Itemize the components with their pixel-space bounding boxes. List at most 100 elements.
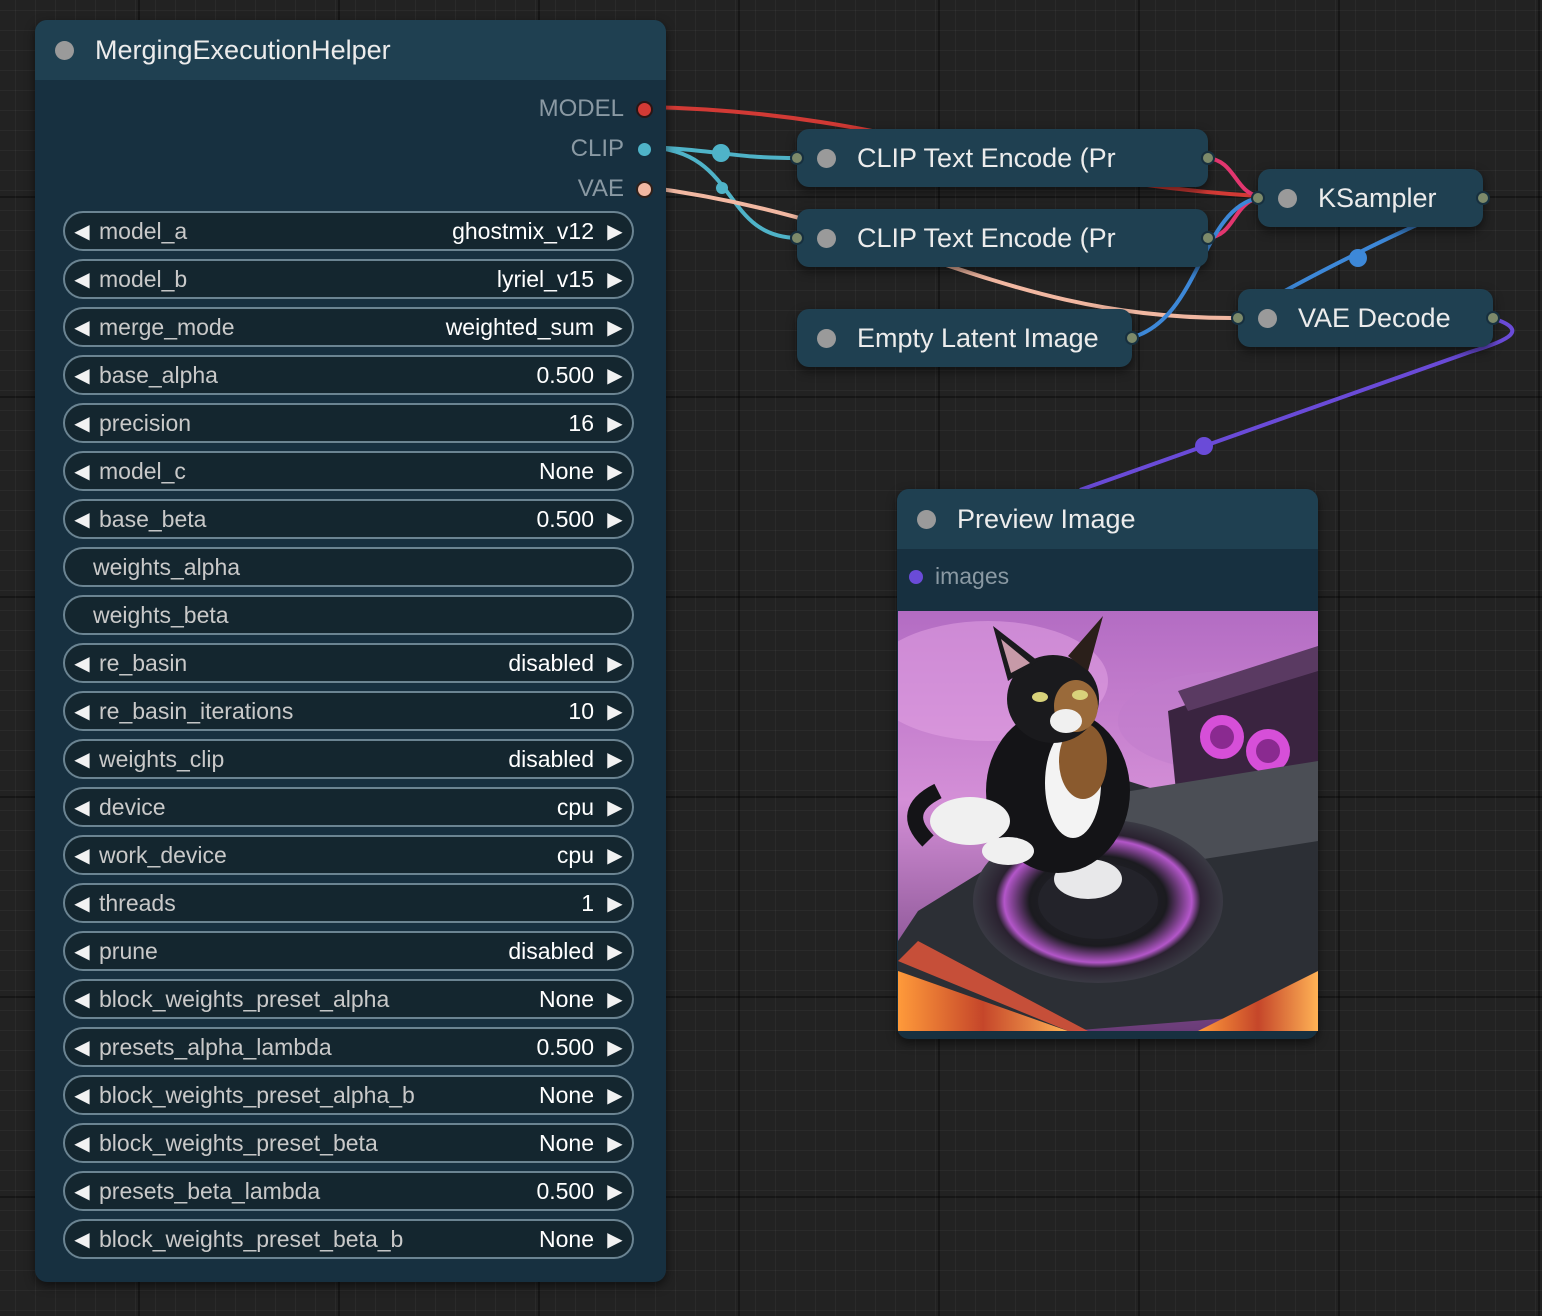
decrement-arrow-icon[interactable]: ◀: [65, 1131, 99, 1156]
increment-arrow-icon[interactable]: ▶: [598, 1083, 632, 1108]
widget-block-weights-preset-beta-b[interactable]: ◀ block_weights_preset_beta_b None ▶: [63, 1219, 634, 1259]
increment-arrow-icon[interactable]: ▶: [598, 1179, 632, 1204]
decrement-arrow-icon[interactable]: ◀: [65, 507, 99, 532]
increment-arrow-icon[interactable]: ▶: [598, 411, 632, 436]
widget-value[interactable]: lyriel_v15: [497, 266, 594, 293]
node-title-bar[interactable]: MergingExecutionHelper: [35, 20, 666, 80]
decrement-arrow-icon[interactable]: ◀: [65, 219, 99, 244]
widget-block-weights-preset-beta[interactable]: ◀ block_weights_preset_beta None ▶: [63, 1123, 634, 1163]
collapse-toggle-dot[interactable]: [1278, 188, 1297, 208]
widget-value[interactable]: weighted_sum: [446, 314, 594, 341]
clip-text-encode-node[interactable]: CLIP Text Encode (Pr: [790, 209, 1215, 267]
increment-arrow-icon[interactable]: ▶: [598, 747, 632, 772]
increment-arrow-icon[interactable]: ▶: [598, 1035, 632, 1060]
ksampler-node[interactable]: KSampler: [1251, 169, 1490, 227]
widget-precision[interactable]: ◀ precision 16 ▶: [63, 403, 634, 443]
widget-model-c[interactable]: ◀ model_c None ▶: [63, 451, 634, 491]
vae-decode-node[interactable]: VAE Decode: [1231, 289, 1500, 347]
widget-base-beta[interactable]: ◀ base_beta 0.500 ▶: [63, 499, 634, 539]
widget-value[interactable]: cpu: [557, 794, 594, 821]
increment-arrow-icon[interactable]: ▶: [598, 891, 632, 916]
decrement-arrow-icon[interactable]: ◀: [65, 411, 99, 436]
decrement-arrow-icon[interactable]: ◀: [65, 699, 99, 724]
output-vae[interactable]: VAE: [578, 174, 653, 204]
widget-value[interactable]: disabled: [508, 746, 594, 773]
widget-merge-mode[interactable]: ◀ merge_mode weighted_sum ▶: [63, 307, 634, 347]
empty-latent-image-node[interactable]: Empty Latent Image: [797, 309, 1139, 367]
decrement-arrow-icon[interactable]: ◀: [65, 315, 99, 340]
widget-device[interactable]: ◀ device cpu ▶: [63, 787, 634, 827]
widget-value[interactable]: None: [539, 1130, 594, 1157]
node-title-bar[interactable]: KSampler: [1251, 169, 1490, 227]
widget-value[interactable]: None: [539, 1226, 594, 1253]
widget-block-weights-preset-alpha[interactable]: ◀ block_weights_preset_alpha None ▶: [63, 979, 634, 1019]
widget-value[interactable]: 0.500: [536, 362, 594, 389]
widget-weights-clip[interactable]: ◀ weights_clip disabled ▶: [63, 739, 634, 779]
output-port-conditioning[interactable]: [1201, 151, 1215, 165]
input-port[interactable]: [1251, 191, 1265, 205]
collapse-toggle-dot[interactable]: [817, 148, 836, 168]
decrement-arrow-icon[interactable]: ◀: [65, 843, 99, 868]
output-port-clip[interactable]: [636, 140, 653, 158]
widget-re-basin[interactable]: ◀ re_basin disabled ▶: [63, 643, 634, 683]
decrement-arrow-icon[interactable]: ◀: [65, 891, 99, 916]
decrement-arrow-icon[interactable]: ◀: [65, 1179, 99, 1204]
widget-value[interactable]: 1: [581, 890, 594, 917]
increment-arrow-icon[interactable]: ▶: [598, 459, 632, 484]
widget-value[interactable]: disabled: [508, 650, 594, 677]
output-port-latent[interactable]: [1125, 331, 1139, 345]
widget-value[interactable]: disabled: [508, 938, 594, 965]
output-model[interactable]: MODEL: [539, 94, 653, 124]
widget-value[interactable]: 0.500: [536, 1178, 594, 1205]
output-port-vae[interactable]: [636, 180, 653, 198]
widget-value[interactable]: None: [539, 986, 594, 1013]
increment-arrow-icon[interactable]: ▶: [598, 507, 632, 532]
widget-presets-alpha-lambda[interactable]: ◀ presets_alpha_lambda 0.500 ▶: [63, 1027, 634, 1067]
decrement-arrow-icon[interactable]: ◀: [65, 459, 99, 484]
increment-arrow-icon[interactable]: ▶: [598, 363, 632, 388]
output-port-conditioning[interactable]: [1201, 231, 1215, 245]
widget-base-alpha[interactable]: ◀ base_alpha 0.500 ▶: [63, 355, 634, 395]
preview-image-node[interactable]: Preview Image images: [897, 489, 1318, 1039]
decrement-arrow-icon[interactable]: ◀: [65, 1035, 99, 1060]
widget-value[interactable]: 0.500: [536, 506, 594, 533]
output-clip[interactable]: CLIP: [571, 134, 653, 164]
increment-arrow-icon[interactable]: ▶: [598, 1131, 632, 1156]
increment-arrow-icon[interactable]: ▶: [598, 987, 632, 1012]
output-port-latent[interactable]: [1476, 191, 1490, 205]
collapse-toggle-dot[interactable]: [1258, 308, 1277, 328]
widget-weights-alpha[interactable]: weights_alpha: [63, 547, 634, 587]
increment-arrow-icon[interactable]: ▶: [598, 219, 632, 244]
decrement-arrow-icon[interactable]: ◀: [65, 1083, 99, 1108]
input-images[interactable]: images: [909, 563, 1009, 590]
increment-arrow-icon[interactable]: ▶: [598, 699, 632, 724]
input-port-clip[interactable]: [790, 231, 804, 245]
input-port-clip[interactable]: [790, 151, 804, 165]
widget-weights-beta[interactable]: weights_beta: [63, 595, 634, 635]
increment-arrow-icon[interactable]: ▶: [598, 267, 632, 292]
decrement-arrow-icon[interactable]: ◀: [65, 747, 99, 772]
widget-presets-beta-lambda[interactable]: ◀ presets_beta_lambda 0.500 ▶: [63, 1171, 634, 1211]
widget-value[interactable]: 10: [568, 698, 594, 725]
node-title-bar[interactable]: Empty Latent Image: [797, 309, 1139, 367]
widget-prune[interactable]: ◀ prune disabled ▶: [63, 931, 634, 971]
widget-value[interactable]: ghostmix_v12: [452, 218, 594, 245]
collapse-toggle-dot[interactable]: [817, 328, 836, 348]
widget-threads[interactable]: ◀ threads 1 ▶: [63, 883, 634, 923]
widget-work-device[interactable]: ◀ work_device cpu ▶: [63, 835, 634, 875]
collapse-toggle-dot[interactable]: [55, 40, 74, 60]
collapse-toggle-dot[interactable]: [817, 228, 836, 248]
widget-value[interactable]: None: [539, 458, 594, 485]
widget-value[interactable]: cpu: [557, 842, 594, 869]
node-title-bar[interactable]: CLIP Text Encode (Pr: [790, 129, 1215, 187]
widget-model-a[interactable]: ◀ model_a ghostmix_v12 ▶: [63, 211, 634, 251]
decrement-arrow-icon[interactable]: ◀: [65, 1227, 99, 1252]
increment-arrow-icon[interactable]: ▶: [598, 843, 632, 868]
increment-arrow-icon[interactable]: ▶: [598, 315, 632, 340]
node-title-bar[interactable]: CLIP Text Encode (Pr: [790, 209, 1215, 267]
clip-text-encode-node[interactable]: CLIP Text Encode (Pr: [790, 129, 1215, 187]
increment-arrow-icon[interactable]: ▶: [598, 651, 632, 676]
widget-block-weights-preset-alpha-b[interactable]: ◀ block_weights_preset_alpha_b None ▶: [63, 1075, 634, 1115]
input-port[interactable]: [1231, 311, 1245, 325]
widget-value[interactable]: 0.500: [536, 1034, 594, 1061]
